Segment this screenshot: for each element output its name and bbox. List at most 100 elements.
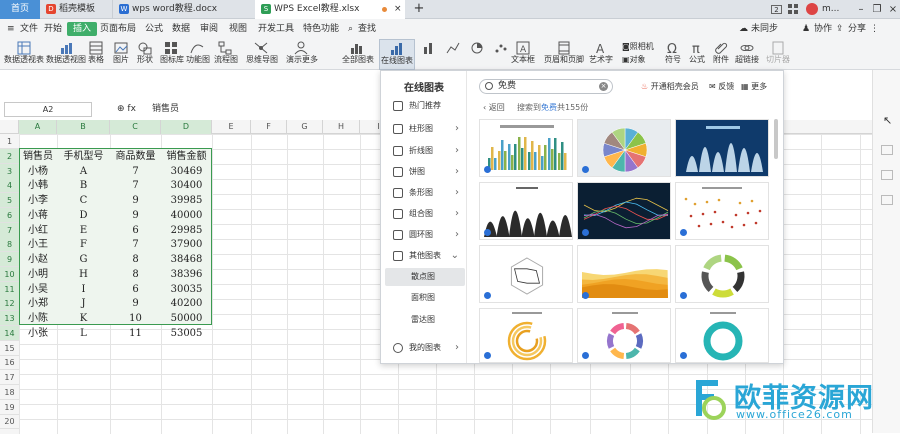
menu-formula[interactable]: 公式: [145, 19, 163, 39]
line-chart-quick-icon[interactable]: [442, 39, 464, 70]
template-card[interactable]: [675, 245, 769, 303]
tab-daoke-template[interactable]: D 稻壳模板: [40, 0, 110, 19]
table-cell[interactable]: 38396: [161, 267, 212, 282]
panel-scrollbar[interactable]: [774, 119, 778, 159]
column-header-e[interactable]: E: [212, 120, 251, 134]
table-cell[interactable]: 小王: [19, 237, 57, 252]
table-cell[interactable]: 40000: [161, 208, 212, 223]
menu-share[interactable]: 分享: [848, 19, 866, 39]
row-header[interactable]: 10: [0, 266, 19, 282]
tab-word-doc[interactable]: Wwps word教程.docx: [112, 0, 252, 19]
bar-chart-quick-icon[interactable]: [418, 39, 440, 70]
category-item[interactable]: 饼图 ›: [385, 163, 465, 181]
hyperlink-button[interactable]: 超链接: [734, 39, 760, 70]
table-cell[interactable]: 小韩: [19, 178, 57, 193]
column-header-d[interactable]: D: [161, 120, 212, 134]
table-cell[interactable]: 30469: [161, 164, 212, 179]
minimize-button[interactable]: –: [854, 0, 868, 19]
menu-data[interactable]: 数据: [172, 19, 190, 39]
template-card[interactable]: [479, 308, 573, 363]
more-link[interactable]: ▦ 更多: [741, 79, 767, 94]
slicer-button[interactable]: 切片器: [766, 39, 790, 70]
select-all-corner[interactable]: [0, 120, 19, 134]
template-card[interactable]: [577, 245, 671, 303]
template-card[interactable]: [675, 182, 769, 240]
menu-view[interactable]: 视图: [229, 19, 247, 39]
category-item[interactable]: 组合图 ›: [385, 205, 465, 223]
table-cell[interactable]: 7: [110, 178, 161, 193]
user-name[interactable]: m...: [822, 0, 839, 19]
properties-icon[interactable]: [881, 170, 893, 180]
row-header[interactable]: 7: [0, 222, 19, 238]
table-header-cell[interactable]: 销售员: [19, 149, 57, 164]
row-header[interactable]: 17: [0, 370, 19, 385]
table-cell[interactable]: 8: [110, 267, 161, 282]
function-chart-button[interactable]: 功能图: [186, 39, 210, 70]
cursor-tool-icon[interactable]: ↖: [883, 114, 892, 127]
camera-button[interactable]: ◙照相机 ▣对象: [622, 39, 656, 70]
new-tab-button[interactable]: +: [412, 2, 426, 16]
pie-chart-quick-icon[interactable]: [466, 39, 488, 70]
table-cell[interactable]: L: [57, 326, 110, 341]
row-header[interactable]: 11: [0, 281, 19, 297]
formula-input[interactable]: 销售员: [152, 102, 179, 117]
online-chart-button[interactable]: 在线图表: [379, 39, 415, 70]
table-cell[interactable]: 小李: [19, 193, 57, 208]
picture-button[interactable]: 图片: [110, 39, 132, 70]
template-card[interactable]: [675, 308, 769, 363]
column-header-b[interactable]: B: [57, 120, 110, 134]
text-box-button[interactable]: A 文本框: [510, 39, 536, 70]
column-header-h[interactable]: H: [323, 120, 360, 134]
flowchart-button[interactable]: 流程图: [214, 39, 238, 70]
avatar[interactable]: [806, 3, 818, 15]
table-cell[interactable]: 40200: [161, 296, 212, 311]
chart-search-input[interactable]: 免费 ×: [479, 79, 613, 94]
window-count-badge[interactable]: 2: [771, 5, 782, 14]
table-cell[interactable]: J: [57, 296, 110, 311]
table-cell[interactable]: 6: [110, 282, 161, 297]
table-header-cell[interactable]: 手机型号: [57, 149, 110, 164]
subcategory-item[interactable]: 散点图: [385, 268, 465, 286]
table-cell[interactable]: 小赵: [19, 252, 57, 267]
row-header[interactable]: 1: [0, 134, 19, 149]
pivot-chart-button[interactable]: 数据透视图: [46, 39, 86, 70]
category-item[interactable]: 折线图 ›: [385, 142, 465, 160]
table-cell[interactable]: A: [57, 164, 110, 179]
table-cell[interactable]: H: [57, 267, 110, 282]
close-window-button[interactable]: ×: [886, 0, 900, 19]
column-header-c[interactable]: C: [110, 120, 161, 134]
menu-layout[interactable]: 页面布局: [100, 19, 136, 39]
feedback-link[interactable]: ✉ 反馈: [709, 79, 734, 94]
template-card[interactable]: [479, 119, 573, 177]
more-menu-icon[interactable]: ⋮: [870, 19, 879, 39]
sync-status[interactable]: 未同步: [751, 19, 778, 39]
close-tab-icon[interactable]: ×: [394, 0, 402, 19]
table-cell[interactable]: 7: [110, 164, 161, 179]
table-cell[interactable]: 小红: [19, 223, 57, 238]
table-cell[interactable]: 29985: [161, 223, 212, 238]
table-cell[interactable]: G: [57, 252, 110, 267]
pivot-table-button[interactable]: 数据透视表: [4, 39, 44, 70]
column-header-g[interactable]: G: [287, 120, 323, 134]
all-charts-button[interactable]: 全部图表: [342, 39, 374, 70]
icon-library-button[interactable]: 图标库: [160, 39, 184, 70]
hamburger-icon[interactable]: ≡: [7, 19, 15, 39]
row-header[interactable]: 12: [0, 296, 19, 312]
formula-button[interactable]: π 公式: [686, 39, 708, 70]
row-header[interactable]: 18: [0, 385, 19, 400]
table-cell[interactable]: 小蒋: [19, 208, 57, 223]
column-header-a[interactable]: A: [19, 120, 57, 134]
table-cell[interactable]: F: [57, 237, 110, 252]
menu-collab[interactable]: 协作: [814, 19, 832, 39]
table-cell[interactable]: 30035: [161, 282, 212, 297]
column-header-f[interactable]: F: [251, 120, 287, 134]
row-header[interactable]: 4: [0, 178, 19, 194]
table-cell[interactable]: 11: [110, 326, 161, 341]
menu-review[interactable]: 审阅: [200, 19, 218, 39]
row-header[interactable]: 15: [0, 341, 19, 356]
menu-file[interactable]: 文件: [20, 19, 38, 39]
tab-excel-doc[interactable]: S WPS Excel教程.xlsx ×: [255, 0, 405, 19]
table-header-cell[interactable]: 商品数量: [110, 149, 161, 164]
my-charts-item[interactable]: 我的图表 ›: [385, 339, 465, 357]
table-button[interactable]: 表格: [88, 39, 104, 70]
